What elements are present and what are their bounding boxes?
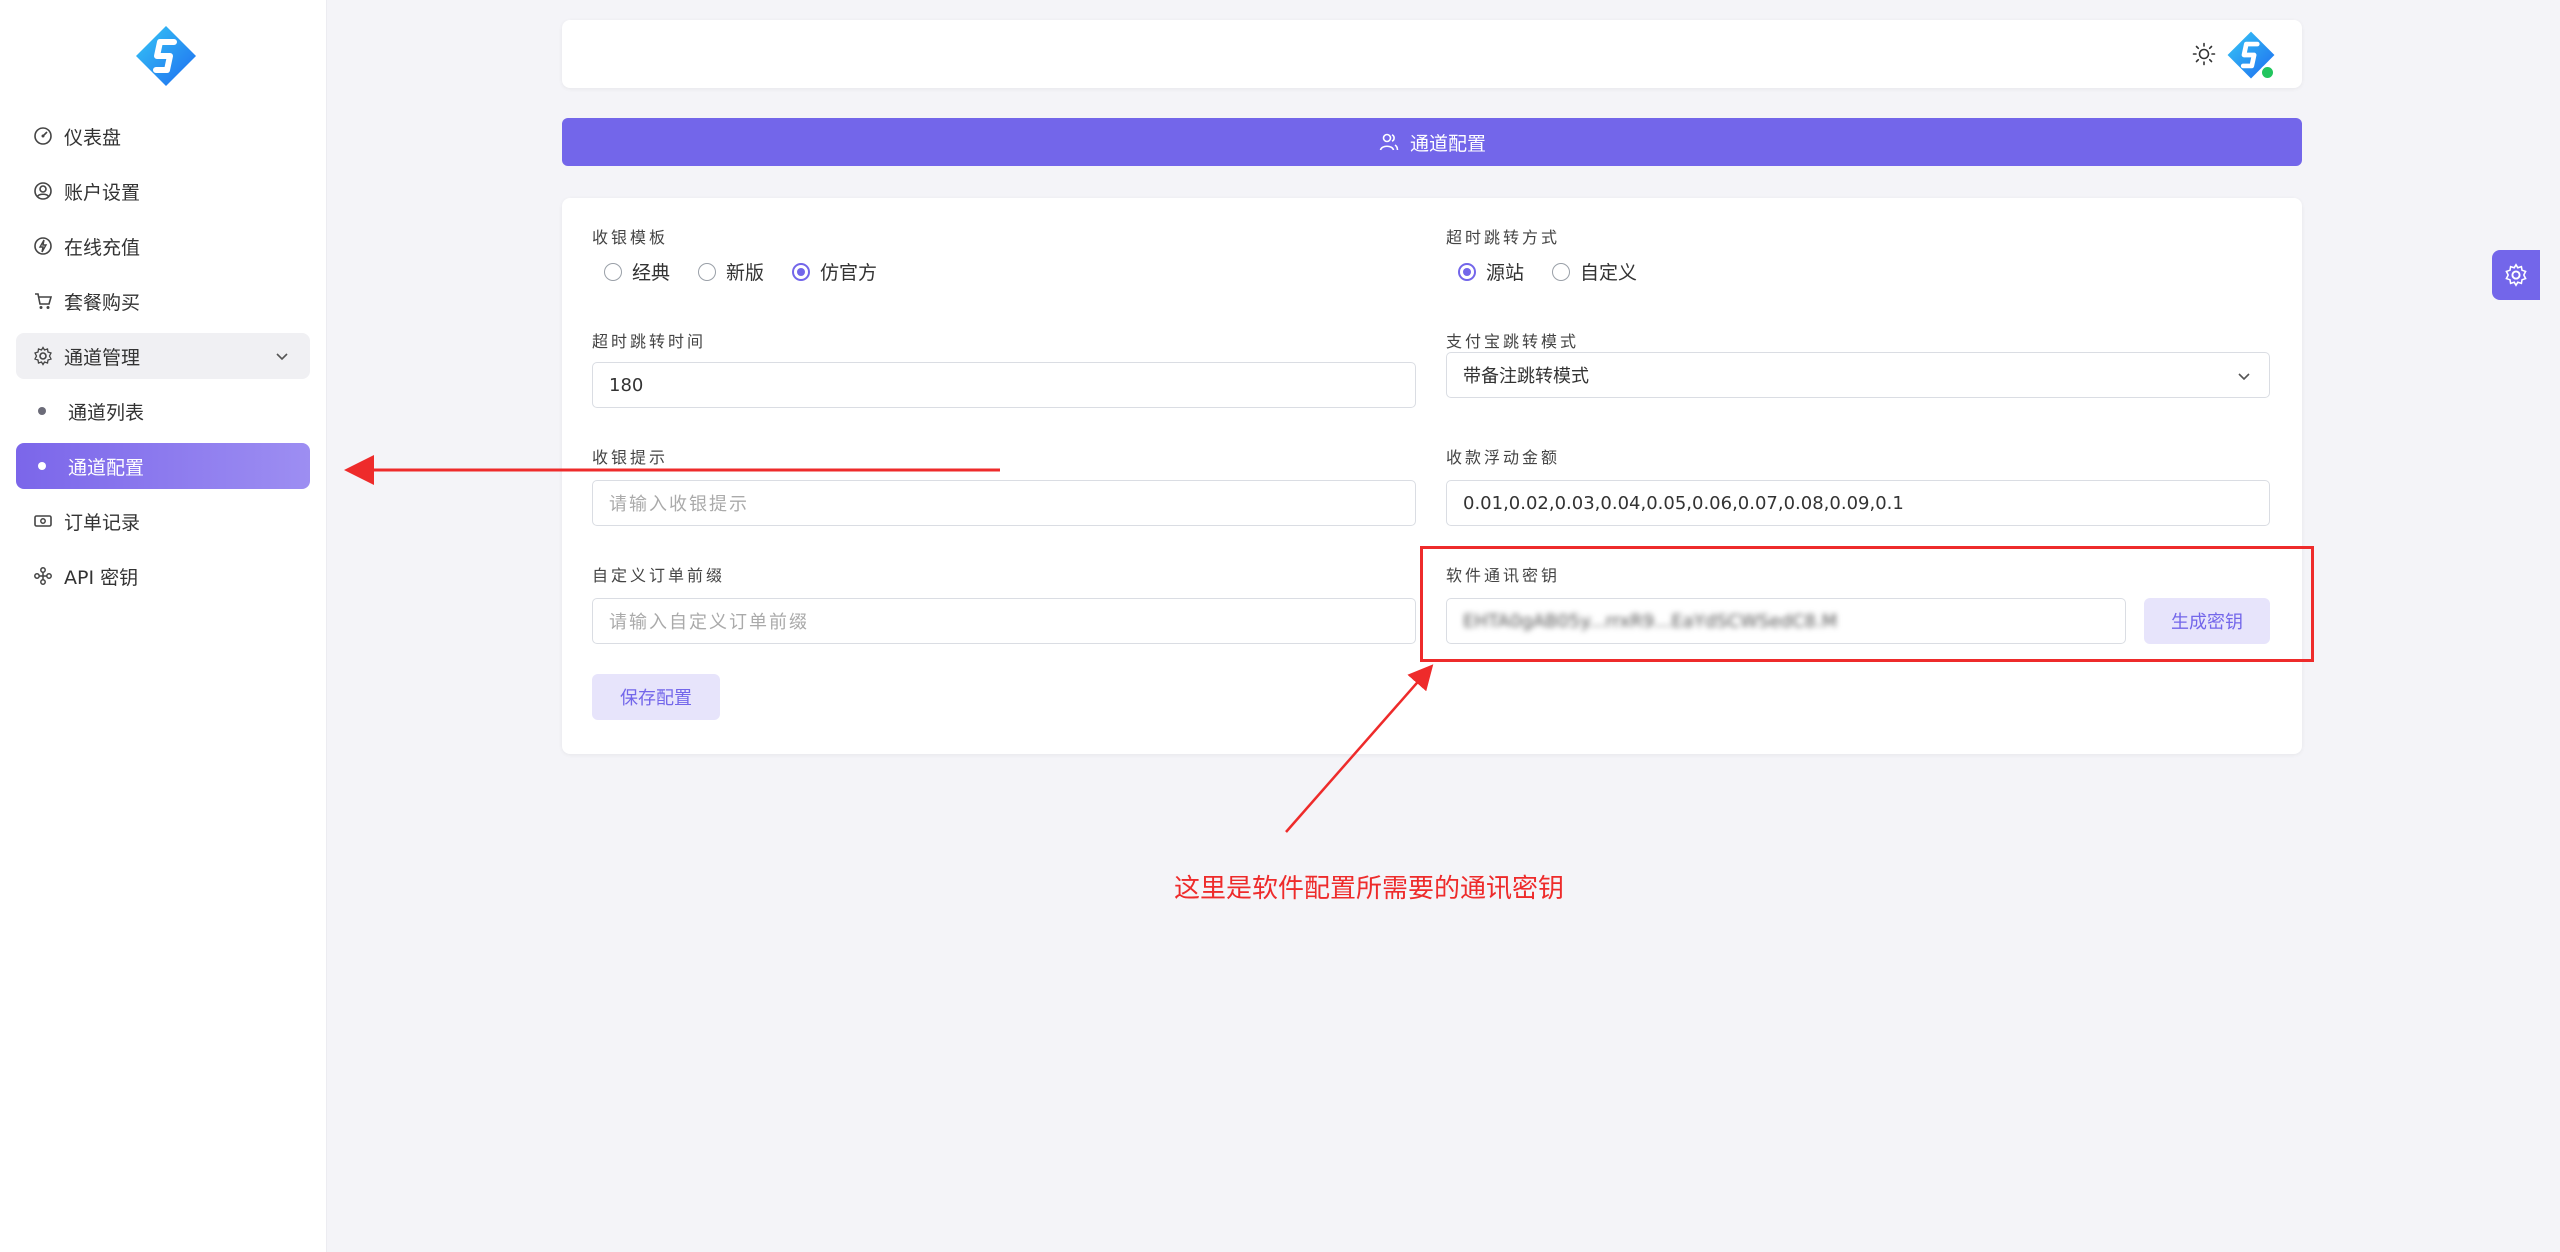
cart-icon <box>32 290 54 312</box>
theme-toggle-sun-icon[interactable] <box>2192 42 2216 66</box>
api-icon <box>32 565 54 587</box>
redirect-method-option-custom[interactable]: 自定义 <box>1552 258 1637 285</box>
sidebar-item-label: 套餐购买 <box>64 291 141 314</box>
channel-config-form: 收银模板 经典 新版 仿官方 超时跳转方式 源站 自定义 超时跳转时间 180 … <box>562 198 2302 754</box>
radio-label: 源站 <box>1486 262 1525 284</box>
recharge-icon <box>32 235 54 257</box>
save-config-button[interactable]: 保存配置 <box>592 674 720 720</box>
brand-logo[interactable] <box>134 24 198 88</box>
sidebar-item-channel-management[interactable]: 通道管理 <box>16 333 310 379</box>
sidebar-item-label: 账户设置 <box>64 181 141 204</box>
timeout-redirect-time-label: 超时跳转时间 <box>592 332 707 351</box>
sidebar-item-account-settings[interactable]: 账户设置 <box>16 168 310 214</box>
alipay-redirect-mode-label: 支付宝跳转模式 <box>1446 332 1580 351</box>
bullet-icon <box>38 407 46 415</box>
sidebar-item-label: 订单记录 <box>64 511 141 534</box>
top-bar <box>562 20 2302 88</box>
cashier-template-option-official[interactable]: 仿官方 <box>792 258 877 285</box>
timeout-redirect-time-input[interactable]: 180 <box>592 362 1416 408</box>
float-amount-input[interactable]: 0.01,0.02,0.03,0.04,0.05,0.06,0.07,0.08,… <box>1446 480 2270 526</box>
input-value: 0.01,0.02,0.03,0.04,0.05,0.06,0.07,0.08,… <box>1463 492 1904 514</box>
bullet-icon <box>38 462 46 470</box>
cashier-tip-label: 收银提示 <box>592 448 669 467</box>
chevron-down-icon <box>272 346 292 370</box>
timeout-redirect-method-label: 超时跳转方式 <box>1446 228 1561 247</box>
sidebar-item-label: 在线充值 <box>64 236 141 259</box>
sidebar: 仪表盘 账户设置 在线充值 套餐购买 通道管理 通道列表 通道配置 订单记录 A… <box>0 0 327 1252</box>
sidebar-item-label: 仪表盘 <box>64 126 122 149</box>
sidebar-item-channel-list[interactable]: 通道列表 <box>16 388 310 434</box>
sidebar-item-dashboard[interactable]: 仪表盘 <box>16 113 310 159</box>
sidebar-item-label: 通道列表 <box>68 401 145 424</box>
radio-icon <box>604 262 622 281</box>
radio-selected-icon <box>1458 262 1476 281</box>
cashier-tip-input[interactable]: 请输入收银提示 <box>592 480 1416 526</box>
radio-label: 经典 <box>632 262 671 284</box>
annotation-highlight-box <box>1420 546 2314 662</box>
radio-icon <box>698 262 717 281</box>
radio-selected-icon <box>792 262 811 281</box>
floating-settings-button[interactable] <box>2492 250 2540 300</box>
dashboard-icon <box>32 125 54 147</box>
sidebar-item-label: 通道配置 <box>68 456 145 479</box>
sidebar-item-package-purchase[interactable]: 套餐购买 <box>16 278 310 324</box>
cashier-template-radio-group: 经典 新版 仿官方 <box>604 258 905 285</box>
gear-icon <box>32 345 54 367</box>
radio-icon <box>1552 262 1571 281</box>
float-amount-label: 收款浮动金额 <box>1446 448 1561 467</box>
sidebar-item-order-records[interactable]: 订单记录 <box>16 498 310 544</box>
annotation-text: 这里是软件配置所需要的通讯密钥 <box>1174 874 1565 904</box>
cashier-template-label: 收银模板 <box>592 228 669 247</box>
cash-icon <box>32 510 54 532</box>
redirect-method-option-source[interactable]: 源站 <box>1458 258 1524 285</box>
order-prefix-input[interactable]: 请输入自定义订单前缀 <box>592 598 1416 644</box>
alipay-redirect-mode-select[interactable]: 带备注跳转模式 <box>1446 352 2270 398</box>
select-value: 带备注跳转模式 <box>1463 366 1589 387</box>
online-status-dot <box>2260 65 2275 80</box>
sidebar-item-recharge[interactable]: 在线充值 <box>16 223 310 269</box>
users-icon <box>1379 133 1399 151</box>
chevron-down-icon <box>2235 367 2253 390</box>
sidebar-item-label: API 密钥 <box>64 566 139 589</box>
sidebar-item-api-key[interactable]: API 密钥 <box>16 553 310 599</box>
order-prefix-label: 自定义订单前缀 <box>592 566 726 585</box>
page-title-bar: 通道配置 <box>562 118 2302 166</box>
cashier-template-option-new[interactable]: 新版 <box>698 258 764 285</box>
gear-icon <box>2505 263 2527 287</box>
sidebar-item-label: 通道管理 <box>64 346 141 369</box>
radio-label: 自定义 <box>1580 262 1638 284</box>
page-title: 通道配置 <box>1409 132 1486 155</box>
input-placeholder: 请输入自定义订单前缀 <box>609 612 809 633</box>
user-circle-icon <box>32 180 54 202</box>
sidebar-item-channel-config[interactable]: 通道配置 <box>16 443 310 489</box>
radio-label: 新版 <box>726 262 765 284</box>
input-placeholder: 请输入收银提示 <box>609 494 749 515</box>
timeout-redirect-method-radio-group: 源站 自定义 <box>1458 258 1665 285</box>
cashier-template-option-classic[interactable]: 经典 <box>604 258 670 285</box>
radio-label: 仿官方 <box>820 262 878 284</box>
input-value: 180 <box>609 374 644 396</box>
